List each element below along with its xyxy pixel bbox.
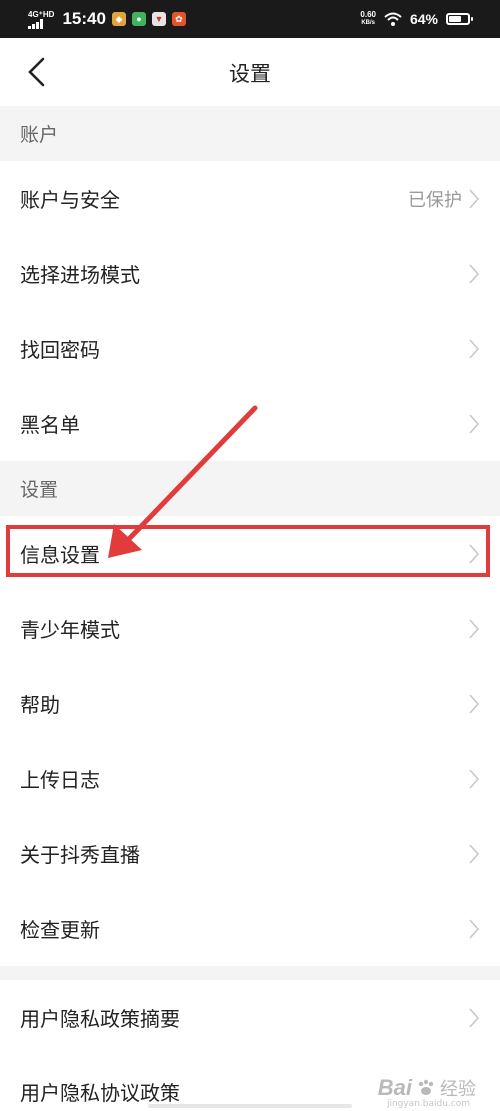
settings-item-label: 黑名单 xyxy=(20,413,80,437)
paw-icon xyxy=(418,1079,434,1095)
status-value: 已保护 xyxy=(408,189,462,211)
settings-item-label: 账户与安全 xyxy=(20,188,120,212)
status-bar: 4G⁺HD 15:40 ◆ ● ▼ ✿ 0.60 KB/s 64% xyxy=(0,0,500,38)
chevron-right-icon xyxy=(468,543,480,565)
section-header-settings: 设置 xyxy=(0,461,500,516)
settings-item-recover-password[interactable]: 找回密码 xyxy=(0,311,500,386)
chevron-right-icon xyxy=(468,618,480,640)
notification-chat-icon: ● xyxy=(131,12,146,26)
chevron-right-icon xyxy=(468,693,480,715)
chevron-right-icon xyxy=(468,768,480,790)
settings-item-entry-mode[interactable]: 选择进场模式 xyxy=(0,236,500,311)
settings-item-help[interactable]: 帮助 xyxy=(0,666,500,741)
settings-item-message-settings[interactable]: 信息设置 xyxy=(0,516,500,591)
settings-item-label: 用户隐私政策摘要 xyxy=(20,1007,180,1031)
battery-icon xyxy=(446,13,473,25)
settings-item-label: 上传日志 xyxy=(20,768,100,792)
settings-item-blacklist[interactable]: 黑名单 xyxy=(0,386,500,461)
settings-item-label: 找回密码 xyxy=(20,338,100,362)
chevron-right-icon xyxy=(468,843,480,865)
network-speed: 0.60 KB/s xyxy=(360,10,376,27)
settings-item-privacy-summary[interactable]: 用户隐私政策摘要 xyxy=(0,980,500,1055)
battery-percent: 64% xyxy=(409,11,438,27)
wifi-icon xyxy=(384,12,402,26)
watermark-url: jingyan.baidu.com xyxy=(386,1099,470,1109)
chevron-right-icon xyxy=(468,263,480,285)
chevron-right-icon xyxy=(468,1007,480,1029)
page-title: 设置 xyxy=(229,62,271,86)
settings-item-label: 用户隐私协议政策 xyxy=(20,1081,180,1105)
chevron-right-icon xyxy=(468,188,480,210)
home-indicator[interactable] xyxy=(148,1104,352,1108)
settings-item-teen-mode[interactable]: 青少年模式 xyxy=(0,591,500,666)
settings-item-label: 选择进场模式 xyxy=(20,263,140,287)
settings-item-about[interactable]: 关于抖秀直播 xyxy=(0,816,500,891)
chevron-right-icon xyxy=(468,338,480,360)
signal-icon: 4G⁺HD xyxy=(28,10,54,29)
baidu-watermark: Bai 经验 xyxy=(377,1075,476,1100)
section-header-account: 账户 xyxy=(0,106,500,161)
title-bar: 设置 xyxy=(0,38,500,107)
settings-item-label: 信息设置 xyxy=(20,543,100,567)
settings-item-account-security[interactable]: 账户与安全 已保护 xyxy=(0,161,500,236)
settings-item-label: 帮助 xyxy=(20,693,60,717)
notification-app-icon-2: ✿ xyxy=(171,12,186,26)
notification-app-icon: ◆ xyxy=(111,12,126,26)
section-divider xyxy=(0,966,500,980)
chevron-right-icon xyxy=(468,918,480,940)
settings-item-label: 检查更新 xyxy=(20,918,100,942)
settings-item-label: 关于抖秀直播 xyxy=(20,843,140,867)
chevron-right-icon xyxy=(468,413,480,435)
settings-item-check-update[interactable]: 检查更新 xyxy=(0,891,500,966)
clock: 15:40 xyxy=(62,9,106,28)
settings-item-upload-log[interactable]: 上传日志 xyxy=(0,741,500,816)
settings-item-label: 青少年模式 xyxy=(20,618,120,642)
notification-location-icon: ▼ xyxy=(151,12,166,26)
